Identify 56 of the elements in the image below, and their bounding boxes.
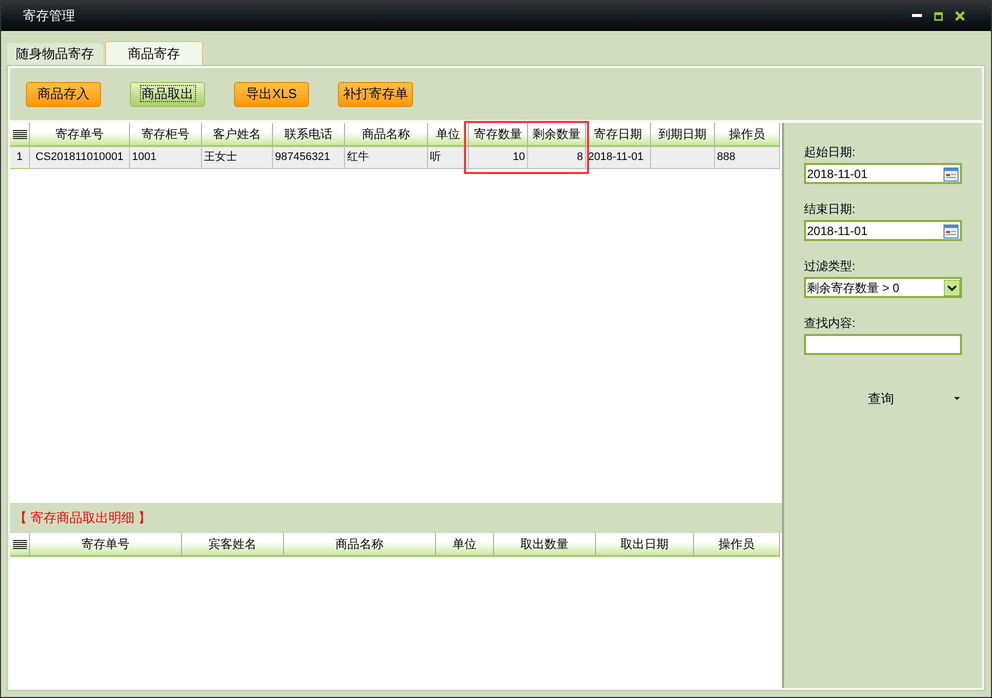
table-cell: 987456321 xyxy=(273,147,345,169)
toolbar-button[interactable]: 导出XLS xyxy=(234,82,309,106)
toolbar-button[interactable]: 商品取出 xyxy=(130,82,205,106)
column-header[interactable]: 寄存数量 xyxy=(469,123,528,147)
table-cell: 10 xyxy=(469,147,528,169)
row-number: 1 xyxy=(10,147,30,169)
column-header[interactable]: 剩余数量 xyxy=(528,123,586,147)
list-icon[interactable] xyxy=(12,540,26,548)
toolbar-button[interactable]: 商品存入 xyxy=(26,82,101,106)
filter-dropdown[interactable]: 剩余寄存数量 > 0 xyxy=(804,277,962,298)
table-cell: 1001 xyxy=(130,147,202,169)
tab[interactable]: 商品寄存 xyxy=(105,41,203,65)
search-field[interactable] xyxy=(804,334,962,355)
column-header[interactable]: 单位 xyxy=(436,533,494,557)
maximize-icon[interactable] xyxy=(934,12,943,20)
list-icon[interactable] xyxy=(12,130,26,138)
column-header[interactable]: 商品名称 xyxy=(345,123,428,147)
table-cell: 2018-11-01 xyxy=(586,147,651,169)
field-label: 查找内容: xyxy=(804,315,856,332)
field-label: 起始日期: xyxy=(804,144,856,161)
column-header[interactable]: 联系电话 xyxy=(273,123,345,147)
column-header[interactable]: 商品名称 xyxy=(284,533,436,557)
column-header[interactable]: 寄存单号 xyxy=(30,533,182,557)
date-field[interactable]: 2018-11-01 xyxy=(804,163,962,184)
dropdown-arrow-icon[interactable] xyxy=(944,280,960,296)
column-header[interactable]: 寄存单号 xyxy=(30,123,130,147)
field-label: 结束日期: xyxy=(804,201,856,218)
table-cell: 王女士 xyxy=(202,147,273,169)
close-icon[interactable] xyxy=(955,11,965,21)
column-header[interactable]: 取出数量 xyxy=(494,533,596,557)
column-header[interactable]: 宾客姓名 xyxy=(182,533,284,557)
toolbar-button[interactable]: 补打寄存单 xyxy=(338,82,413,106)
table-cell: 888 xyxy=(715,147,780,169)
table-cell: 听 xyxy=(428,147,469,169)
field-label: 过滤类型: xyxy=(804,258,856,275)
column-header[interactable]: 客户姓名 xyxy=(202,123,273,147)
column-header[interactable]: 寄存日期 xyxy=(586,123,651,147)
tab[interactable]: 随身物品寄存 xyxy=(7,43,103,65)
column-header[interactable]: 操作员 xyxy=(694,533,780,557)
table-cell: 8 xyxy=(528,147,586,169)
window-title: 寄存管理 xyxy=(23,7,75,26)
date-field[interactable]: 2018-11-01 xyxy=(804,220,962,241)
query-button[interactable]: 查询 xyxy=(868,389,894,408)
caret-icon[interactable] xyxy=(954,397,960,400)
table-cell xyxy=(651,147,715,169)
table-cell: 红牛 xyxy=(345,147,428,169)
column-header[interactable]: 操作员 xyxy=(715,123,780,147)
column-header[interactable]: 到期日期 xyxy=(651,123,715,147)
section-title: 【 寄存商品取出明细 】 xyxy=(14,509,152,528)
column-header[interactable]: 寄存柜号 xyxy=(130,123,202,147)
calendar-icon[interactable] xyxy=(943,166,959,182)
column-header[interactable]: 取出日期 xyxy=(596,533,694,557)
minimize-icon[interactable] xyxy=(912,14,922,18)
calendar-icon[interactable] xyxy=(943,222,959,238)
column-header[interactable]: 单位 xyxy=(428,123,469,147)
table-cell: CS201811010001 xyxy=(30,147,130,169)
